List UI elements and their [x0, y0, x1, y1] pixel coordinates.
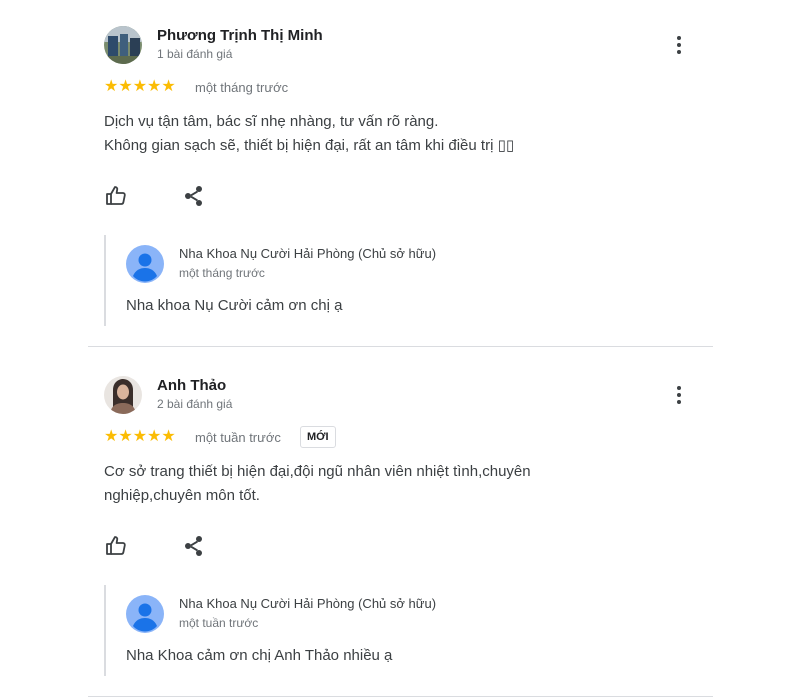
review-text: Cơ sở trang thiết bị hiện đại,đội ngũ nh…	[104, 460, 664, 508]
share-icon[interactable]	[182, 184, 206, 208]
thumb-up-icon[interactable]	[104, 534, 128, 558]
review-text-line: nghiệp,chuyên môn tốt.	[104, 487, 260, 504]
owner-name: Nha Khoa Nụ Cười Hải Phòng (Chủ sở hữu)	[179, 596, 437, 611]
thumb-up-icon[interactable]	[104, 184, 128, 208]
reviewer-review-count: 2 bài đánh giá	[157, 397, 233, 411]
owner-reply: Nha Khoa Nụ Cười Hải Phòng (Chủ sở hữu) …	[104, 585, 666, 676]
review-divider	[88, 346, 713, 347]
review-card: Anh Thảo 2 bài đánh giá ★★★★★ một tuần t…	[88, 348, 713, 696]
review-time: một tuần trước	[195, 430, 281, 445]
owner-reply-time: một tuần trước	[179, 616, 259, 630]
owner-avatar	[126, 245, 164, 283]
owner-reply-time: một tháng trước	[179, 266, 265, 280]
reviewer-name[interactable]: Anh Thảo	[157, 377, 226, 394]
review-text-line: Không gian sạch sẽ, thiết bị hiện đại, r…	[104, 137, 515, 154]
owner-reply-text: Nha Khoa cảm ơn chị Anh Thảo nhiều ạ	[126, 647, 393, 664]
owner-reply: Nha Khoa Nụ Cười Hải Phòng (Chủ sở hữu) …	[104, 235, 666, 326]
more-vert-icon[interactable]	[668, 34, 690, 56]
new-badge: MỚI	[300, 426, 336, 448]
review-text-line: Dịch vụ tận tâm, bác sĩ nhẹ nhàng, tư vấ…	[104, 113, 439, 130]
reviewer-avatar[interactable]	[104, 26, 142, 64]
review-text-line: Cơ sở trang thiết bị hiện đại,đội ngũ nh…	[104, 463, 531, 480]
star-rating: ★★★★★	[104, 78, 176, 95]
reviewer-review-count: 1 bài đánh giá	[157, 47, 233, 61]
reviewer-avatar[interactable]	[104, 376, 142, 414]
review-time: một tháng trước	[195, 80, 289, 95]
review-divider	[88, 696, 713, 697]
share-icon[interactable]	[182, 534, 206, 558]
owner-name: Nha Khoa Nụ Cười Hải Phòng (Chủ sở hữu)	[179, 246, 437, 261]
reviews-page: Phương Trịnh Thị Minh 1 bài đánh giá ★★★…	[0, 0, 800, 700]
owner-reply-text: Nha khoa Nụ Cười cảm ơn chị ạ	[126, 297, 343, 314]
review-text: Dịch vụ tận tâm, bác sĩ nhẹ nhàng, tư vấ…	[104, 110, 664, 158]
review-card: Phương Trịnh Thị Minh 1 bài đánh giá ★★★…	[88, 0, 713, 346]
star-rating: ★★★★★	[104, 428, 176, 445]
more-vert-icon[interactable]	[668, 384, 690, 406]
reviewer-name[interactable]: Phương Trịnh Thị Minh	[157, 27, 323, 44]
owner-avatar	[126, 595, 164, 633]
